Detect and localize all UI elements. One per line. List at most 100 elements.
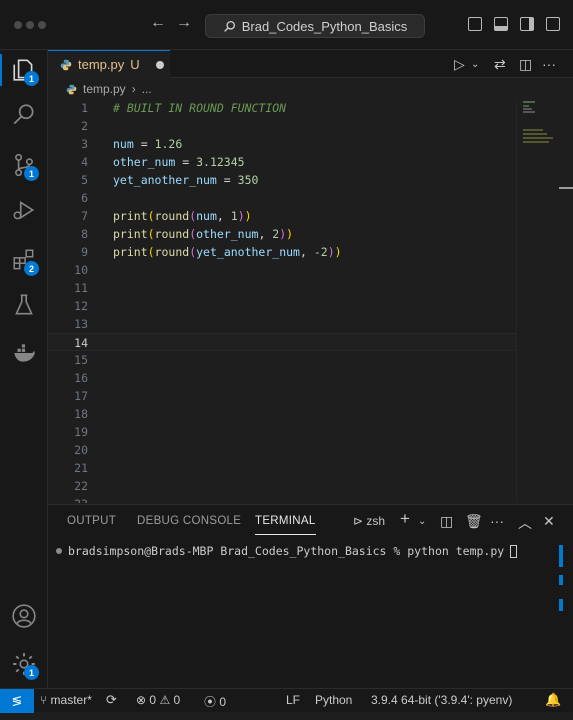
manage-settings-button[interactable]: 1 — [0, 644, 48, 684]
code-token: ( — [147, 245, 155, 259]
code-line[interactable]: 13 — [48, 315, 516, 333]
code-line[interactable]: 8 print(round(other_num, 2)) — [48, 225, 516, 243]
code-line[interactable]: 10 — [48, 261, 516, 279]
end-of-line-status[interactable]: LF — [286, 693, 300, 707]
line-number: 16 — [74, 371, 88, 385]
editor-tab-bar: temp.py U ▷ ⌄ ⇄ ◫ ··· — [48, 50, 573, 78]
tab-terminal[interactable]: TERMINAL — [255, 515, 316, 535]
python-interpreter-status[interactable]: 3.9.4 64-bit ('3.9.4': pyenv) — [371, 693, 512, 707]
source-control-badge: 1 — [24, 166, 39, 181]
command-center-search[interactable]: Brad_Codes_Python_Basics — [205, 14, 425, 38]
close-window-button[interactable] — [14, 21, 22, 29]
code-token: other_num — [196, 227, 259, 241]
line-number: 8 — [81, 227, 88, 241]
code-token: , — [299, 245, 314, 259]
breadcrumb-file[interactable]: temp.py — [83, 82, 126, 96]
bottom-panel: OUTPUT DEBUG CONSOLE TERMINAL ⊳ zsh + ⌄ … — [48, 504, 573, 688]
kill-terminal-trash-icon[interactable]: 🗑 — [465, 513, 483, 530]
explorer-button[interactable]: 1 — [0, 50, 48, 90]
code-line[interactable]: 9 print(round(yet_another_num, -2)) — [48, 243, 516, 261]
breadcrumb-more[interactable]: ... — [142, 82, 152, 96]
chevron-right-icon: › — [131, 82, 136, 96]
ports-status[interactable]: ⦿ 0 — [204, 693, 226, 710]
error-count: 0 — [149, 693, 157, 707]
tab-debug-console[interactable]: DEBUG CONSOLE — [137, 515, 241, 527]
code-line[interactable]: 23 — [48, 495, 516, 503]
source-control-button[interactable]: 1 — [0, 145, 48, 185]
terminal-prompt-line[interactable]: bradsimpson@Brads-MBP Brad_Codes_Python_… — [56, 544, 518, 558]
code-line[interactable]: 19 — [48, 423, 516, 441]
close-panel-icon[interactable]: ✕ — [543, 513, 555, 530]
search-button[interactable] — [0, 95, 48, 135]
code-line[interactable]: 14 — [48, 333, 516, 351]
code-line[interactable]: 12 — [48, 297, 516, 315]
toggle-sidebar-icon[interactable] — [468, 17, 482, 31]
tab-temp-py[interactable]: temp.py U — [48, 50, 170, 78]
toggle-secondary-sidebar-icon[interactable] — [520, 17, 534, 31]
line-number: 13 — [74, 317, 88, 331]
code-text: # BUILT IN ROUND FUNCTION — [113, 99, 286, 117]
language-mode-status[interactable]: Python — [315, 693, 352, 707]
ports-count: 0 — [219, 695, 227, 709]
line-number: 5 — [81, 173, 88, 187]
code-line[interactable]: 5 yet_another_num = 350 — [48, 171, 516, 189]
unsaved-dot-icon[interactable] — [155, 60, 164, 69]
code-line[interactable]: 3 num = 1.26 — [48, 135, 516, 153]
extensions-button[interactable]: 2 — [0, 240, 48, 280]
line-number: 2 — [81, 119, 88, 133]
code-line[interactable]: 22 — [48, 477, 516, 495]
code-editor[interactable]: 1 # BUILT IN ROUND FUNCTION 2 3 num = 1.26 4 o… — [48, 99, 516, 503]
notifications-bell-icon[interactable]: 🔔 — [545, 692, 561, 708]
python-file-icon — [66, 84, 77, 94]
remote-indicator-button[interactable]: ≶ — [0, 689, 34, 713]
split-editor-icon[interactable]: ◫ — [519, 56, 532, 73]
code-line[interactable]: 15 — [48, 351, 516, 369]
code-line[interactable]: 21 — [48, 459, 516, 477]
sync-changes-icon[interactable]: ⟳ — [106, 692, 117, 708]
code-line[interactable]: 11 — [48, 279, 516, 297]
run-debug-button[interactable] — [0, 190, 48, 230]
line-number: 1 — [81, 101, 88, 115]
code-line[interactable]: 4 other_num = 3.12345 — [48, 153, 516, 171]
more-panel-actions-icon[interactable]: ··· — [490, 513, 504, 529]
code-line[interactable]: 7 print(round(num, 1)) — [48, 207, 516, 225]
more-actions-icon[interactable]: ··· — [542, 56, 556, 72]
tab-output[interactable]: OUTPUT — [67, 515, 116, 527]
open-changes-icon[interactable]: ⇄ — [494, 56, 506, 73]
new-terminal-icon[interactable]: + — [400, 509, 410, 529]
minimap-cursor-indicator — [559, 187, 573, 189]
line-number: 12 — [74, 299, 88, 313]
code-line[interactable]: 17 — [48, 387, 516, 405]
accounts-button[interactable] — [0, 596, 48, 636]
split-terminal-icon[interactable]: ◫ — [440, 513, 453, 530]
code-token: ) — [286, 227, 294, 241]
minimap-line — [523, 137, 553, 139]
run-python-file-icon[interactable]: ▷ — [454, 56, 465, 73]
customize-layout-icon[interactable] — [546, 17, 560, 31]
problems-status[interactable]: ⊗ 0 ⚠ 0 — [136, 693, 180, 707]
minimize-window-button[interactable] — [26, 21, 34, 29]
maximize-window-button[interactable] — [38, 21, 46, 29]
run-options-chevron-icon[interactable]: ⌄ — [471, 59, 479, 70]
line-number: 3 — [81, 137, 88, 151]
maximize-panel-chevron-up-icon[interactable]: ︿ — [518, 513, 532, 533]
terminal-dropdown-chevron-icon[interactable]: ⌄ — [418, 516, 426, 527]
branch-status[interactable]: ⑂ master* — [40, 693, 92, 707]
toggle-panel-icon[interactable] — [494, 17, 508, 31]
code-line[interactable]: 16 — [48, 369, 516, 387]
forward-arrow-icon[interactable]: → — [176, 14, 192, 32]
code-line[interactable]: 1 # BUILT IN ROUND FUNCTION — [48, 99, 516, 117]
terminal-shell-selector[interactable]: ⊳ zsh — [353, 514, 385, 528]
code-line[interactable]: 20 — [48, 441, 516, 459]
python-file-icon — [60, 59, 72, 70]
branch-name: master* — [50, 693, 92, 707]
testing-button[interactable] — [0, 285, 48, 325]
code-line[interactable]: 6 — [48, 189, 516, 207]
back-arrow-icon[interactable]: ← — [150, 14, 166, 32]
docker-button[interactable] — [0, 333, 48, 373]
search-icon — [223, 20, 235, 32]
status-bar: ≶ ⑂ master* ⟳ ⊗ 0 ⚠ 0 ⦿ 0 LF Python 3.9.… — [0, 688, 573, 713]
code-line[interactable]: 2 — [48, 117, 516, 135]
minimap[interactable] — [516, 99, 573, 503]
code-line[interactable]: 18 — [48, 405, 516, 423]
